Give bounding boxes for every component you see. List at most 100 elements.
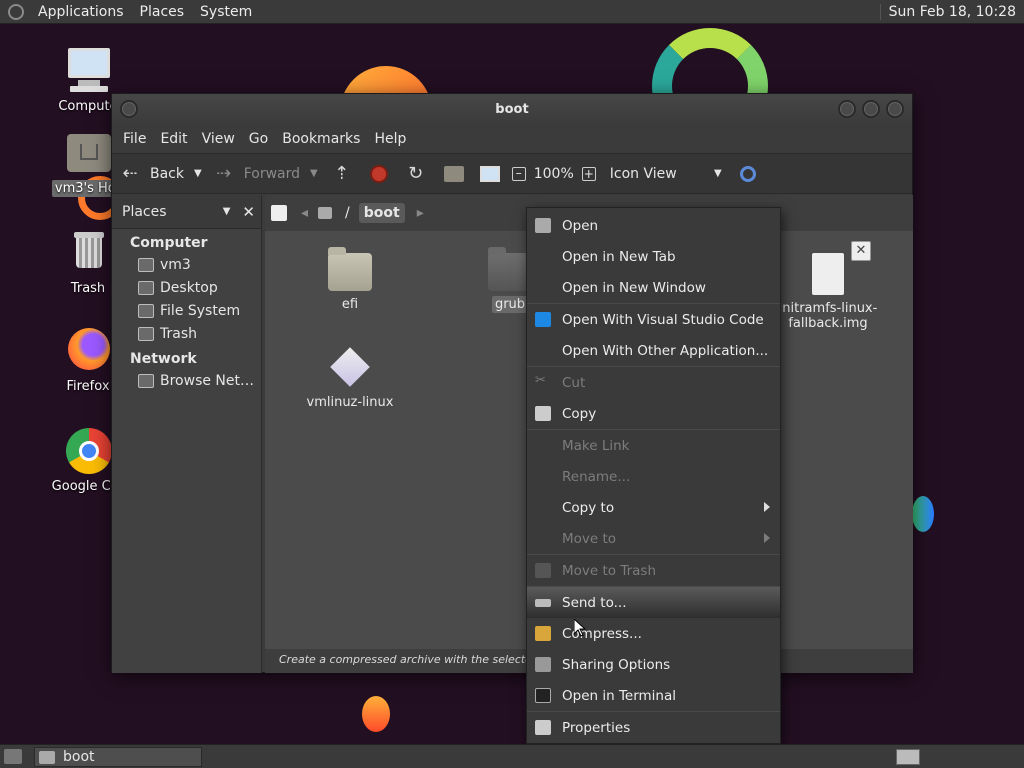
menu-item-compress[interactable]: Compress... <box>527 618 780 649</box>
menu-go[interactable]: Go <box>242 131 275 147</box>
chevron-down-icon: ▼ <box>714 168 722 179</box>
zoom-out-button[interactable]: – <box>508 154 530 193</box>
stop-button[interactable] <box>362 154 396 193</box>
sidebar-mode-select[interactable]: Places ▼ <box>118 200 235 223</box>
computer-button[interactable] <box>472 154 508 193</box>
menu-item-label: Open in New Window <box>562 279 706 296</box>
sidebar-item-browse-network[interactable]: Browse Net… <box>112 369 261 392</box>
menu-item-make-link[interactable]: Make Link <box>527 430 780 461</box>
maximize-button[interactable] <box>862 100 880 118</box>
menu-item-open-with-vscode[interactable]: Open With Visual Studio Code <box>527 304 780 335</box>
home-folder-icon <box>138 257 154 272</box>
properties-icon <box>535 720 551 735</box>
chevron-down-icon: ▼ <box>222 206 231 217</box>
places-menu[interactable]: Places <box>132 4 193 20</box>
reload-button[interactable]: ↻ <box>396 154 436 193</box>
breadcrumb-right-arrow-icon[interactable]: ▸ <box>417 205 424 221</box>
taskbar-item-label: boot <box>63 749 95 765</box>
menu-item-label: Open <box>562 217 599 234</box>
forward-history-dropdown[interactable]: ▼ <box>306 154 322 193</box>
shared-folder-icon <box>535 657 551 672</box>
sidebar-item-vm3[interactable]: vm3 <box>112 253 261 276</box>
show-desktop-icon[interactable] <box>4 749 22 764</box>
drive-icon <box>138 303 154 318</box>
drive-icon[interactable] <box>318 207 333 219</box>
wallpaper-drop <box>912 496 934 532</box>
menu-item-sharing-options[interactable]: Sharing Options <box>527 649 780 680</box>
menu-item-cut[interactable]: ✂ Cut <box>527 367 780 398</box>
home-button[interactable] <box>436 154 472 193</box>
clock[interactable]: Sun Feb 18, 10:28 <box>879 3 1020 20</box>
file-item[interactable]: vmlinuz-linux <box>295 347 405 410</box>
close-icon[interactable]: ✕ <box>851 241 871 261</box>
context-menu: Open Open in New Tab Open in New Window … <box>526 207 781 744</box>
breadcrumb-left-arrow-icon[interactable]: ◂ <box>301 205 308 221</box>
sidebar-item-label: Desktop <box>160 279 218 296</box>
menu-item-open-new-tab[interactable]: Open in New Tab <box>527 241 780 272</box>
forward-label: Forward <box>243 165 301 182</box>
zoom-level[interactable]: 100% <box>530 154 578 193</box>
sidebar-item-label: File System <box>160 302 241 319</box>
menu-item-properties[interactable]: Properties <box>527 712 780 743</box>
menu-file[interactable]: File <box>116 131 153 147</box>
trash-icon <box>64 228 112 276</box>
sidebar-item-file-system[interactable]: File System <box>112 299 261 322</box>
send-icon <box>535 599 551 607</box>
menu-item-label: Sharing Options <box>562 656 671 673</box>
workspace-switcher-icon[interactable] <box>896 749 920 765</box>
file-item[interactable]: initramfs-linux-fallback.img ✕ <box>773 241 883 331</box>
scissors-icon: ✂ <box>535 373 546 388</box>
menu-item-rename[interactable]: Rename... <box>527 461 780 492</box>
menu-view[interactable]: View <box>195 131 242 147</box>
menu-item-open-new-window[interactable]: Open in New Window <box>527 272 780 303</box>
menu-item-open-with-other[interactable]: Open With Other Application... <box>527 335 780 366</box>
close-sidebar-icon[interactable]: ✕ <box>242 203 255 221</box>
back-history-dropdown[interactable]: ▼ <box>190 154 206 193</box>
toolbar: ⇠ Back ▼ ⇢ Forward ▼ ⇡ ↻ – 100% + Icon V… <box>112 153 912 194</box>
folder-icon <box>328 247 372 291</box>
menu-edit[interactable]: Edit <box>153 131 194 147</box>
window-menu-button[interactable] <box>120 100 138 118</box>
zoom-in-button[interactable]: + <box>578 154 600 193</box>
menu-item-copy-to[interactable]: Copy to <box>527 492 780 523</box>
search-button[interactable] <box>730 154 766 193</box>
desktop-folder-icon <box>138 280 154 295</box>
file-icon <box>812 253 844 295</box>
menu-item-label: Copy <box>562 405 597 422</box>
breadcrumb-current[interactable]: boot <box>358 203 405 223</box>
window-titlebar[interactable]: boot <box>112 94 912 124</box>
edit-location-icon[interactable] <box>271 205 287 221</box>
sidebar: Places ▼ ✕ Computer vm3 Desktop File Sys… <box>112 195 262 673</box>
menu-item-copy[interactable]: Copy <box>527 398 780 429</box>
menu-bookmarks[interactable]: Bookmarks <box>275 131 367 147</box>
close-button[interactable] <box>886 100 904 118</box>
minimize-button[interactable] <box>838 100 856 118</box>
copy-icon <box>535 406 551 421</box>
menu-item-label: Open With Visual Studio Code <box>562 311 764 328</box>
home-folder-icon <box>64 128 112 176</box>
menu-item-label: Make Link <box>562 437 630 454</box>
menu-item-label: Properties <box>562 719 631 736</box>
chevron-down-icon: ▼ <box>310 168 318 179</box>
back-button[interactable]: ⇠ Back <box>112 154 190 193</box>
forward-button[interactable]: ⇢ Forward <box>206 154 306 193</box>
applications-menu[interactable]: Applications <box>30 4 132 20</box>
menu-item-move-to-trash[interactable]: Move to Trash <box>527 555 780 586</box>
sidebar-item-desktop[interactable]: Desktop <box>112 276 261 299</box>
menu-item-open[interactable]: Open <box>527 210 780 241</box>
menu-item-open-terminal[interactable]: Open in Terminal <box>527 680 780 711</box>
menu-item-label: Open in Terminal <box>562 687 676 704</box>
breadcrumb-root[interactable]: / <box>340 203 355 223</box>
menu-item-move-to[interactable]: Move to <box>527 523 780 554</box>
view-mode-select[interactable]: Icon View ▼ <box>600 154 730 193</box>
system-menu[interactable]: System <box>192 4 260 20</box>
menu-help[interactable]: Help <box>367 131 413 147</box>
menu-item-send-to[interactable]: Send to... <box>527 587 780 618</box>
up-button[interactable]: ⇡ <box>322 154 362 193</box>
sidebar-item-trash[interactable]: Trash <box>112 322 261 345</box>
back-label: Back <box>150 165 184 182</box>
file-item[interactable]: efi <box>295 247 405 312</box>
distro-logo-icon[interactable] <box>8 3 24 20</box>
taskbar-item-boot[interactable]: boot <box>34 747 202 767</box>
computer-icon <box>64 46 112 94</box>
